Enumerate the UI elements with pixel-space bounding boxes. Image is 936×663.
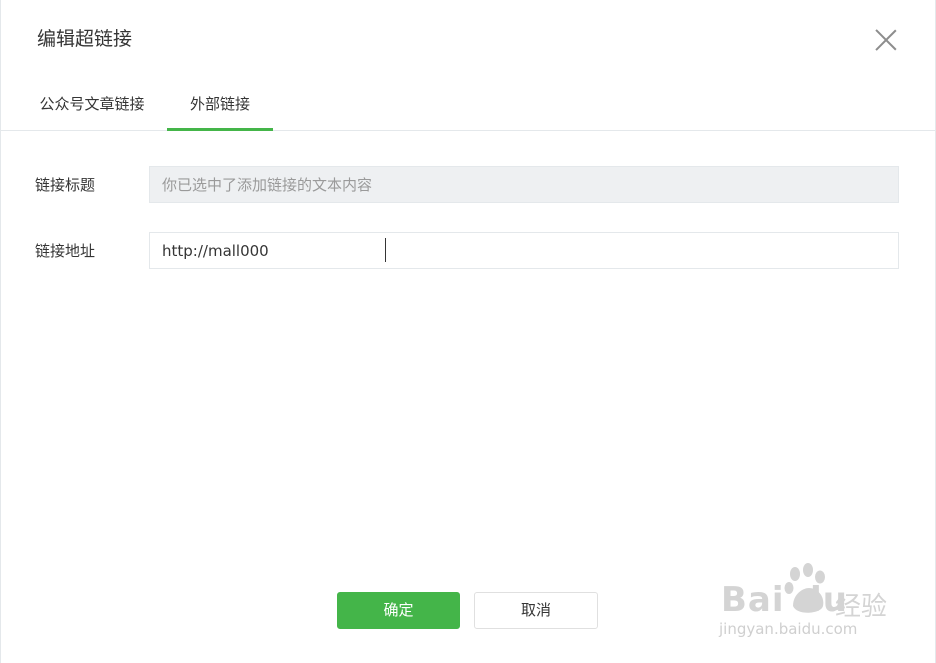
paw-icon <box>784 563 825 613</box>
dialog-title: 编辑超链接 <box>37 28 133 50</box>
close-icon[interactable] <box>872 26 900 54</box>
tab-label: 公众号文章链接 <box>39 95 145 113</box>
active-tab-indicator <box>167 128 273 131</box>
text-cursor <box>385 238 386 262</box>
link-title-label: 链接标题 <box>35 176 96 194</box>
watermark-brand-text: 经验 <box>835 592 888 622</box>
link-type-tabs: 公众号文章链接 外部链接 <box>1 84 935 131</box>
tab-label: 外部链接 <box>189 95 250 113</box>
baidu-jingyan-watermark: Bai du 经验 jingyan.baidu.com <box>717 562 897 642</box>
watermark-logo-text: Bai du <box>721 580 848 620</box>
cancel-button[interactable]: 取消 <box>474 592 598 629</box>
link-url-input[interactable] <box>149 232 899 269</box>
link-title-input <box>149 166 899 203</box>
tab-external-link[interactable]: 外部链接 <box>167 84 273 131</box>
tab-article-link[interactable]: 公众号文章链接 <box>25 84 159 130</box>
watermark-url: jingyan.baidu.com <box>719 620 858 638</box>
confirm-button[interactable]: 确定 <box>337 592 460 629</box>
edit-hyperlink-dialog: 编辑超链接 公众号文章链接 外部链接 链接标题 链接地址 确定 取消 Bai d… <box>0 0 936 663</box>
link-url-label: 链接地址 <box>35 242 96 260</box>
